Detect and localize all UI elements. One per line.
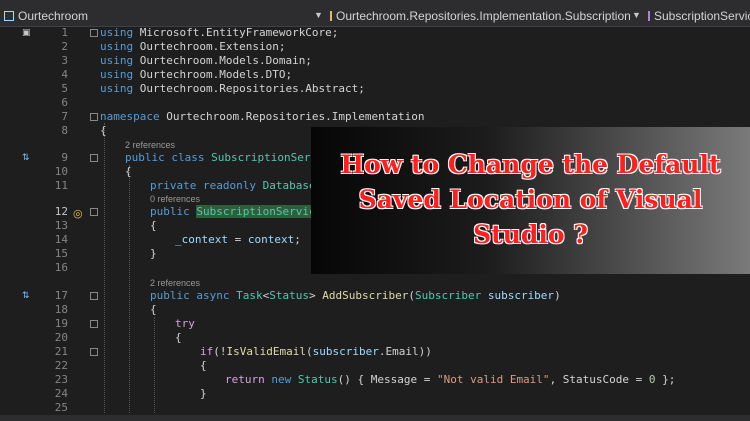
- line-number: 15: [54, 247, 68, 260]
- line-number: 9: [61, 151, 68, 164]
- code-line: 7 namespace Ourtechroom.Repositories.Imp…: [0, 110, 750, 124]
- code-line: 4 using Ourtechroom.Models.DTO;: [0, 68, 750, 82]
- line-number: 25: [54, 401, 68, 414]
- overlay-title: How to Change the Default Saved Location…: [311, 147, 750, 252]
- code-line: 22 {: [0, 359, 750, 373]
- code-line: 21 if(!IsValidEmail(subscriber.Email)): [0, 345, 750, 359]
- collapse-toggle-icon[interactable]: [90, 292, 98, 300]
- editor-status-bar[interactable]: [0, 415, 750, 421]
- line-number: 12: [54, 205, 68, 218]
- member-icon: [648, 10, 650, 21]
- line-number: 23: [54, 373, 68, 386]
- code-line: 25: [0, 401, 750, 415]
- codelens-class-references[interactable]: 2 references: [125, 140, 175, 150]
- collapse-toggle-icon[interactable]: [90, 154, 98, 162]
- project-label: Ourtechroom: [18, 8, 89, 23]
- line-number: 16: [54, 261, 68, 274]
- collapse-toggle-icon[interactable]: [90, 320, 98, 328]
- chevron-down-icon[interactable]: ▼: [632, 10, 641, 20]
- member-label: SubscriptionService: [654, 8, 750, 23]
- code-line: 17 public async Task<Status> AddSubscrib…: [0, 289, 750, 303]
- code-line: 23 return new Status() { Message = "Not …: [0, 373, 750, 387]
- collapse-toggle-icon[interactable]: [90, 113, 98, 121]
- code-line: 3 using Ourtechroom.Models.Domain;: [0, 54, 750, 68]
- code-line: 5 using Ourtechroom.Repositories.Abstrac…: [0, 82, 750, 96]
- line-number: 22: [54, 359, 68, 372]
- code-line: 2 using Ourtechroom.Extension;: [0, 40, 750, 54]
- line-number: 13: [54, 219, 68, 232]
- collapse-toggle-icon[interactable]: [90, 29, 98, 37]
- collapse-toggle-icon[interactable]: [90, 348, 98, 356]
- line-number: 14: [54, 233, 68, 246]
- class-icon: [330, 10, 332, 21]
- code-line: 20 {: [0, 331, 750, 345]
- project-dropdown[interactable]: Ourtechroom: [4, 5, 324, 26]
- line-number: 5: [61, 82, 68, 95]
- chevron-down-icon[interactable]: ▼: [314, 10, 323, 20]
- code-line: 24 }: [0, 387, 750, 401]
- codelens-method-references[interactable]: 2 references: [150, 278, 200, 288]
- codelens-field-references[interactable]: 0 references: [150, 194, 200, 204]
- line-number: 11: [54, 179, 68, 192]
- line-number: 10: [54, 165, 68, 178]
- line-number: 7: [61, 110, 68, 123]
- title-overlay-banner: How to Change the Default Saved Location…: [311, 127, 750, 274]
- line-number: 6: [61, 96, 68, 109]
- line-number: 20: [54, 331, 68, 344]
- line-number: 24: [54, 387, 68, 400]
- line-number: 2: [61, 40, 68, 53]
- line-number: 18: [54, 303, 68, 316]
- highlighted-identifier[interactable]: SubscriptionService: [196, 205, 323, 218]
- member-dropdown[interactable]: SubscriptionService: [648, 5, 750, 26]
- code-line: 19 try: [0, 317, 750, 331]
- line-number: 17: [54, 289, 68, 302]
- line-number: 4: [61, 68, 68, 81]
- collapse-toggle-icon[interactable]: [90, 208, 98, 216]
- line-number: 3: [61, 54, 68, 67]
- navigation-bar: Ourtechroom ▼ Ourtechroom.Repositories.I…: [0, 5, 750, 27]
- overlay-title-line-2: Saved Location of Visual: [358, 185, 703, 214]
- line-number: 19: [54, 317, 68, 330]
- code-line: 6: [0, 96, 750, 110]
- type-dropdown[interactable]: Ourtechroom.Repositories.Implementation.…: [330, 5, 630, 26]
- overlay-title-line-3: Studio ?: [473, 220, 588, 249]
- line-number: 8: [61, 124, 68, 137]
- overlay-title-line-1: How to Change the Default: [340, 150, 721, 179]
- class-path-label: Ourtechroom.Repositories.Implementation.…: [336, 8, 630, 23]
- csharp-project-icon: [4, 10, 14, 21]
- code-line: 1 using Microsoft.EntityFrameworkCore;: [0, 26, 750, 40]
- line-number: 21: [54, 345, 68, 358]
- line-number: 1: [61, 26, 68, 39]
- code-line: 18 {: [0, 303, 750, 317]
